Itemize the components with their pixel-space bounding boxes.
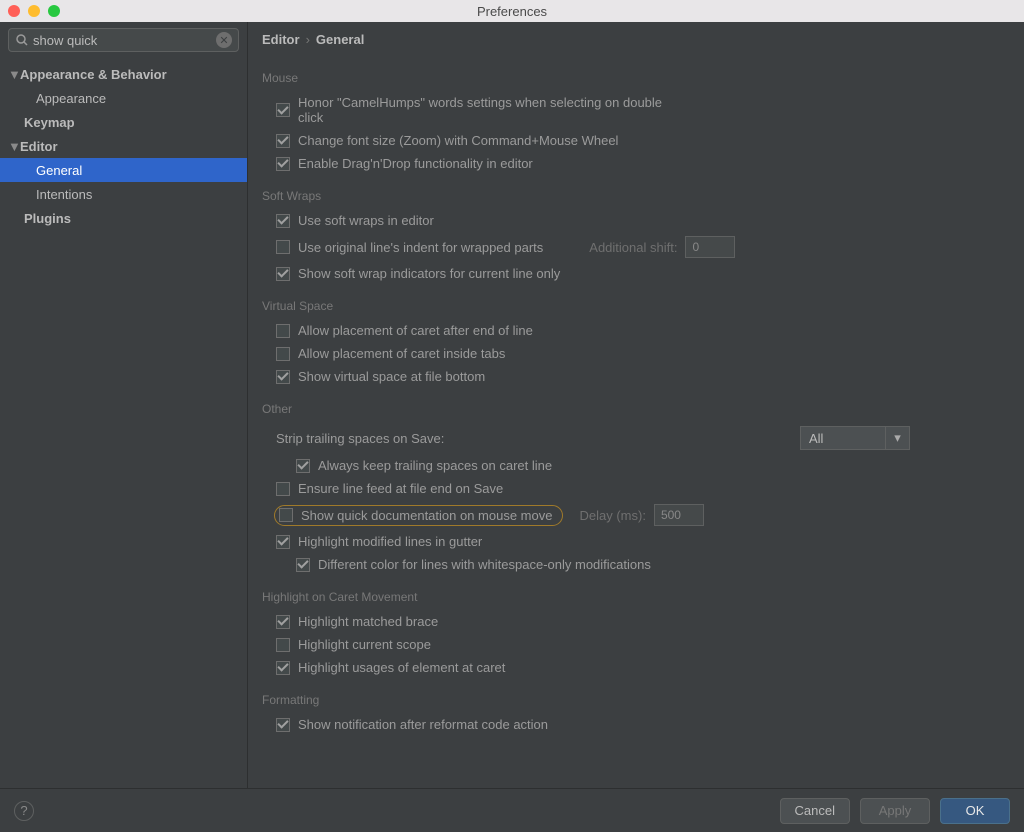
delay-label: Delay (ms): (579, 508, 645, 523)
sidebar-item-plugins[interactable]: Plugins (0, 206, 247, 230)
search-input-wrap[interactable]: ✕ (8, 28, 239, 52)
checkbox-original-indent[interactable] (276, 240, 290, 254)
checkbox-keep-trailing-caret[interactable] (296, 459, 310, 473)
cancel-button[interactable]: Cancel (780, 798, 850, 824)
checkbox-label: Change font size (Zoom) with Command+Mou… (298, 133, 618, 148)
combo-value: All (809, 431, 823, 446)
sidebar-item-label: Keymap (8, 115, 75, 130)
checkbox-use-soft-wraps[interactable] (276, 214, 290, 228)
checkbox-highlight-brace[interactable] (276, 615, 290, 629)
strip-trailing-label: Strip trailing spaces on Save: (276, 431, 444, 446)
checkbox-label: Enable Drag'n'Drop functionality in edit… (298, 156, 533, 171)
checkbox-caret-inside-tabs[interactable] (276, 347, 290, 361)
section-title-mouse: Mouse (262, 71, 1010, 85)
titlebar: Preferences (0, 0, 1024, 22)
checkbox-zoom-mouse-wheel[interactable] (276, 134, 290, 148)
ok-button[interactable]: OK (940, 798, 1010, 824)
checkbox-drag-n-drop[interactable] (276, 157, 290, 171)
additional-shift-label: Additional shift: (589, 240, 677, 255)
checkbox-label: Highlight modified lines in gutter (298, 534, 482, 549)
delay-field (654, 504, 704, 526)
chevron-down-icon: ▾ (885, 427, 909, 449)
checkbox-softwrap-indicators[interactable] (276, 267, 290, 281)
section-title-caret: Highlight on Caret Movement (262, 590, 1010, 604)
checkbox-label: Show soft wrap indicators for current li… (298, 266, 560, 281)
content-pane: Editor › General Mouse Honor "CamelHumps… (248, 22, 1024, 788)
checkbox-quick-documentation[interactable] (279, 508, 293, 522)
sidebar-item-keymap[interactable]: Keymap (0, 110, 247, 134)
section-title-softwraps: Soft Wraps (262, 189, 1010, 203)
sidebar-item-intentions[interactable]: Intentions (0, 182, 247, 206)
sidebar-item-label: Intentions (8, 187, 92, 202)
sidebar-item-editor[interactable]: ▼ Editor (0, 134, 247, 158)
dialog-footer: ? Cancel Apply OK (0, 788, 1024, 832)
chevron-down-icon: ▼ (8, 139, 20, 154)
breadcrumb: Editor › General (248, 22, 1024, 57)
checkbox-label: Different color for lines with whitespac… (318, 557, 651, 572)
checkbox-label: Allow placement of caret inside tabs (298, 346, 505, 361)
checkbox-virtual-space-bottom[interactable] (276, 370, 290, 384)
checkbox-label: Honor "CamelHumps" words settings when s… (298, 95, 678, 125)
chevron-down-icon: ▼ (8, 67, 20, 82)
checkbox-highlight-modified-gutter[interactable] (276, 535, 290, 549)
settings-scroll[interactable]: Mouse Honor "CamelHumps" words settings … (248, 57, 1024, 788)
strip-trailing-combo[interactable]: All ▾ (800, 426, 910, 450)
section-title-formatting: Formatting (262, 693, 1010, 707)
checkbox-label: Highlight current scope (298, 637, 431, 652)
settings-tree: ▼ Appearance & Behavior Appearance Keyma… (0, 58, 247, 230)
sidebar-item-general[interactable]: General (0, 158, 247, 182)
checkbox-honor-camelhumps[interactable] (276, 103, 290, 117)
checkbox-highlight-scope[interactable] (276, 638, 290, 652)
section-title-other: Other (262, 402, 1010, 416)
window-title: Preferences (0, 4, 1024, 19)
sidebar-item-label: Appearance & Behavior (20, 67, 167, 82)
checkbox-label: Show notification after reformat code ac… (298, 717, 548, 732)
help-button[interactable]: ? (14, 801, 34, 821)
sidebar: ✕ ▼ Appearance & Behavior Appearance Key… (0, 22, 248, 788)
sidebar-item-label: General (8, 163, 82, 178)
breadcrumb-root: Editor (262, 32, 300, 47)
clear-search-icon[interactable]: ✕ (216, 32, 232, 48)
apply-button[interactable]: Apply (860, 798, 930, 824)
section-title-virtual: Virtual Space (262, 299, 1010, 313)
checkbox-ensure-linefeed[interactable] (276, 482, 290, 496)
checkbox-label: Show quick documentation on mouse move (301, 508, 552, 523)
checkbox-highlight-usages[interactable] (276, 661, 290, 675)
checkbox-label: Always keep trailing spaces on caret lin… (318, 458, 552, 473)
breadcrumb-leaf: General (316, 32, 364, 47)
checkbox-label: Show virtual space at file bottom (298, 369, 485, 384)
checkbox-label: Use original line's indent for wrapped p… (298, 240, 543, 255)
checkbox-notify-reformat[interactable] (276, 718, 290, 732)
checkbox-label: Highlight matched brace (298, 614, 438, 629)
search-match-highlight: Show quick documentation on mouse move (274, 505, 563, 526)
checkbox-whitespace-only-diff-color[interactable] (296, 558, 310, 572)
sidebar-item-label: Appearance (8, 91, 106, 106)
sidebar-item-appearance[interactable]: Appearance (0, 86, 247, 110)
checkbox-label: Ensure line feed at file end on Save (298, 481, 503, 496)
checkbox-label: Highlight usages of element at caret (298, 660, 505, 675)
additional-shift-field (685, 236, 735, 258)
checkbox-caret-after-eol[interactable] (276, 324, 290, 338)
checkbox-label: Allow placement of caret after end of li… (298, 323, 533, 338)
sidebar-item-label: Plugins (8, 211, 71, 226)
chevron-right-icon: › (306, 32, 310, 47)
search-icon (15, 33, 29, 47)
sidebar-item-appearance-behavior[interactable]: ▼ Appearance & Behavior (0, 62, 247, 86)
sidebar-item-label: Editor (20, 139, 58, 154)
search-input[interactable] (29, 33, 216, 48)
checkbox-label: Use soft wraps in editor (298, 213, 434, 228)
